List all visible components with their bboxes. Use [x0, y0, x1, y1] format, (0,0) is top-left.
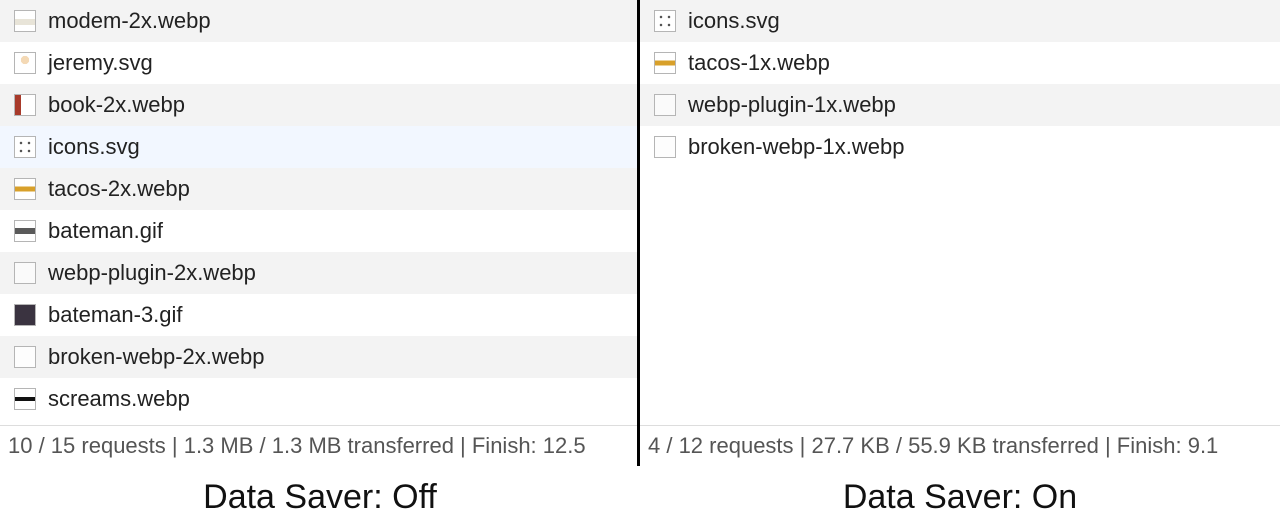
file-row[interactable]: bateman-3.gif [0, 294, 637, 336]
file-row[interactable]: webp-plugin-1x.webp [640, 84, 1280, 126]
status-bar-right: 4 / 12 requests | 27.7 KB / 55.9 KB tran… [640, 425, 1280, 466]
file-type-icon [654, 136, 676, 158]
file-type-icon [14, 304, 36, 326]
file-row[interactable]: tacos-1x.webp [640, 42, 1280, 84]
file-list-left: modem-2x.webp jeremy.svg book-2x.webp icons… [0, 0, 637, 425]
file-name: broken-webp-1x.webp [688, 134, 904, 160]
file-row[interactable]: modem-2x.webp [0, 0, 637, 42]
caption-right: Data Saver: On [640, 466, 1280, 528]
file-row[interactable]: tacos-2x.webp [0, 168, 637, 210]
file-row[interactable]: broken-webp-1x.webp [640, 126, 1280, 168]
file-type-icon [654, 10, 676, 32]
file-row[interactable]: icons.svg [640, 0, 1280, 42]
file-row[interactable]: book-2x.webp [0, 84, 637, 126]
file-type-icon [14, 262, 36, 284]
network-panel-left: modem-2x.webp jeremy.svg book-2x.webp icons… [0, 0, 640, 466]
status-bar-left: 10 / 15 requests | 1.3 MB / 1.3 MB trans… [0, 425, 637, 466]
file-row[interactable]: screams.webp [0, 378, 637, 420]
file-name: icons.svg [48, 134, 140, 160]
file-name: tacos-2x.webp [48, 176, 190, 202]
file-name: bateman-3.gif [48, 302, 183, 328]
file-type-icon [14, 178, 36, 200]
file-type-icon [14, 346, 36, 368]
file-type-icon [14, 220, 36, 242]
file-type-icon [14, 94, 36, 116]
file-type-icon [14, 10, 36, 32]
file-row[interactable]: jeremy.svg [0, 42, 637, 84]
file-name: jeremy.svg [48, 50, 153, 76]
file-list-right: icons.svg tacos-1x.webp webp-plugin-1x.web… [640, 0, 1280, 425]
caption-left: Data Saver: Off [0, 466, 640, 528]
file-name: webp-plugin-1x.webp [688, 92, 896, 118]
file-row[interactable]: webp-plugin-2x.webp [0, 252, 637, 294]
file-name: tacos-1x.webp [688, 50, 830, 76]
file-name: bateman.gif [48, 218, 163, 244]
file-name: icons.svg [688, 8, 780, 34]
file-row[interactable]: icons.svg [0, 126, 637, 168]
file-row[interactable]: broken-webp-2x.webp [0, 336, 637, 378]
network-panel-right: icons.svg tacos-1x.webp webp-plugin-1x.web… [640, 0, 1280, 466]
file-name: webp-plugin-2x.webp [48, 260, 256, 286]
file-type-icon [14, 52, 36, 74]
file-type-icon [14, 388, 36, 410]
file-name: book-2x.webp [48, 92, 185, 118]
file-type-icon [654, 52, 676, 74]
file-row[interactable]: bateman.gif [0, 210, 637, 252]
file-type-icon [14, 136, 36, 158]
file-name: screams.webp [48, 386, 190, 412]
file-name: broken-webp-2x.webp [48, 344, 264, 370]
file-name: modem-2x.webp [48, 8, 211, 34]
file-type-icon [654, 94, 676, 116]
